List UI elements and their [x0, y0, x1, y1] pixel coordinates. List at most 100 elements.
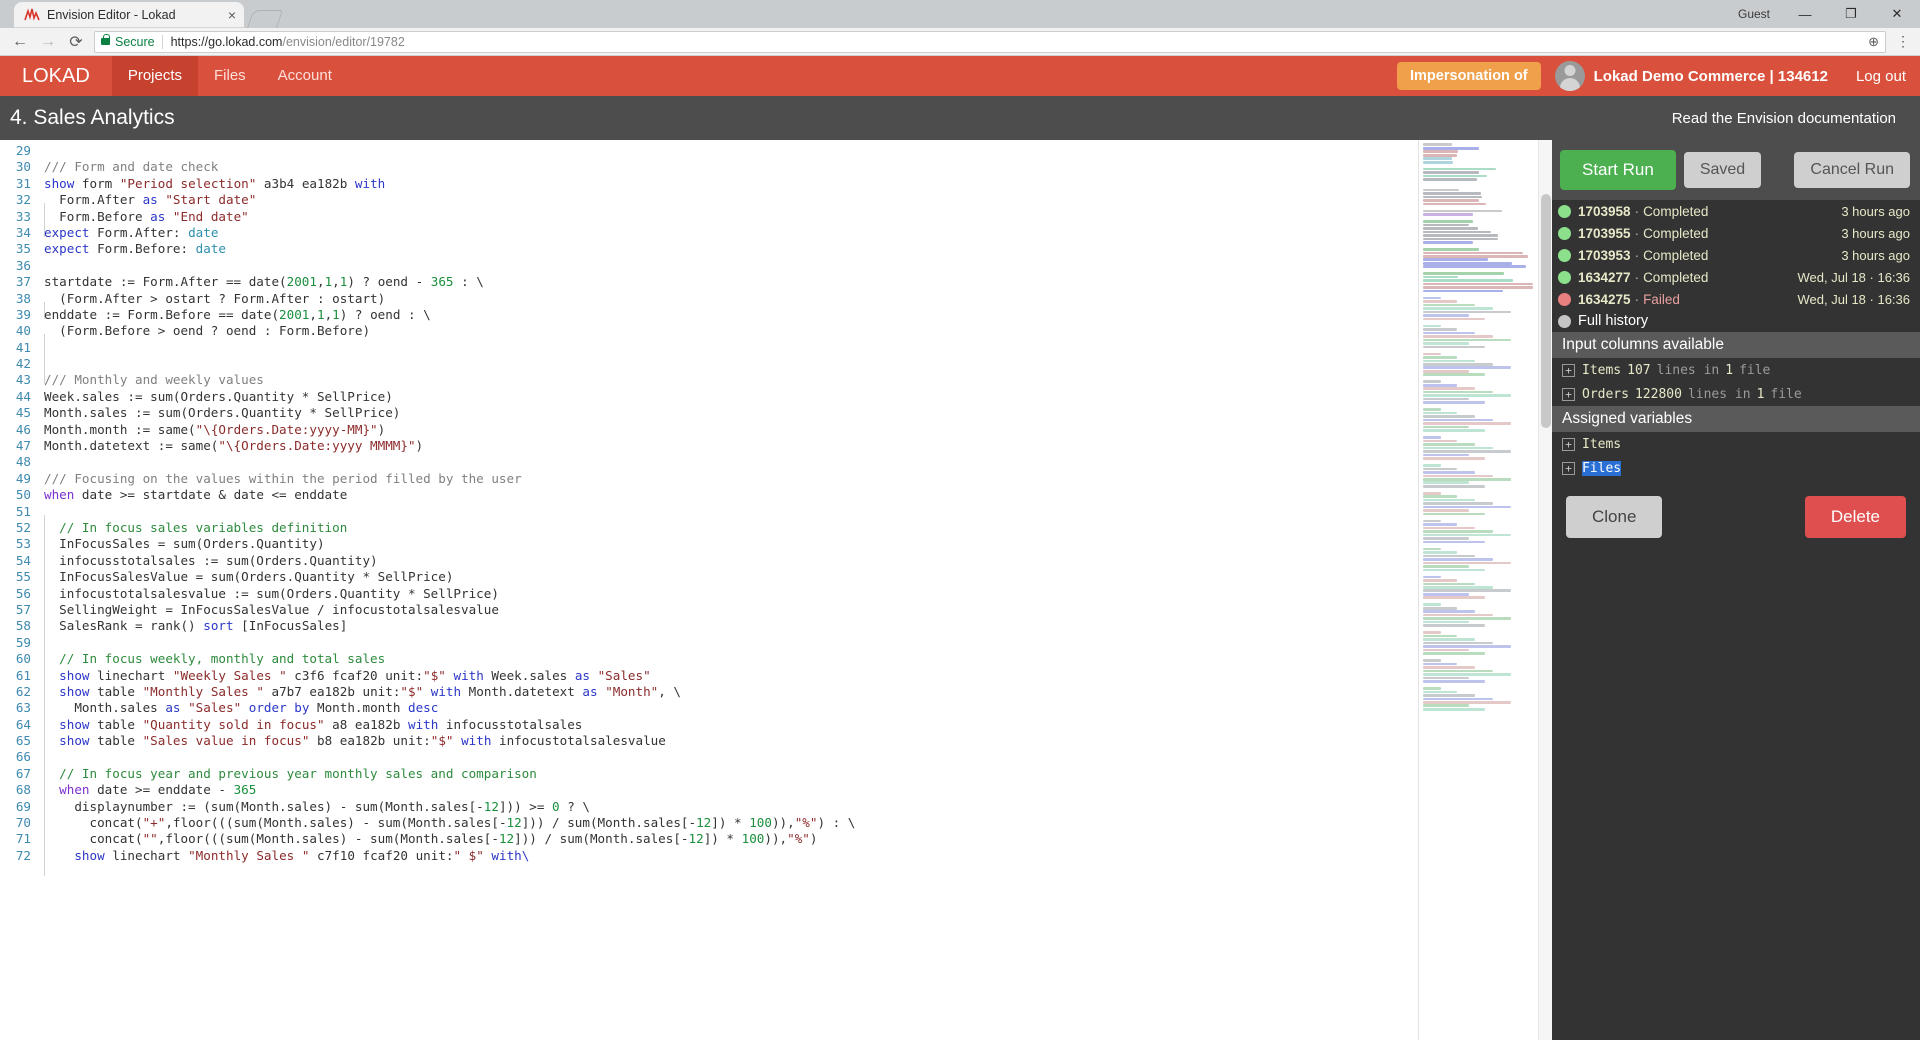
delete-button[interactable]: Delete	[1805, 496, 1906, 538]
assigned-variable-row[interactable]: + Items	[1552, 432, 1920, 456]
code-text[interactable]: show linechart "Monthly Sales " c7f10 fc…	[44, 848, 1418, 864]
code-text[interactable]: (Form.After > ostart ? Form.After : osta…	[44, 291, 1418, 307]
code-lines[interactable]: 2930/// Form and date check31show form "…	[0, 140, 1418, 1040]
impersonation-badge[interactable]: Impersonation of	[1397, 62, 1541, 90]
expand-icon[interactable]: +	[1562, 364, 1575, 377]
code-line[interactable]: 63 Month.sales as "Sales" order by Month…	[0, 700, 1418, 716]
code-text[interactable]: enddate := Form.Before == date(2001,1,1)…	[44, 307, 1418, 323]
full-history-row[interactable]: Full history	[1552, 310, 1920, 332]
input-column-row[interactable]: +Items107lines in1file	[1552, 358, 1920, 382]
code-line[interactable]: 50when date >= startdate & date <= endda…	[0, 487, 1418, 503]
run-history-item[interactable]: 1634277·CompletedWed, Jul 18 · 16:36	[1552, 266, 1920, 288]
expand-icon[interactable]: +	[1562, 462, 1575, 475]
nav-item-files[interactable]: Files	[198, 56, 262, 96]
variable-name[interactable]: Files	[1582, 461, 1621, 476]
code-line[interactable]: 45Month.sales := sum(Orders.Quantity * S…	[0, 405, 1418, 421]
code-line[interactable]: 35expect Form.Before: date	[0, 241, 1418, 257]
code-line[interactable]: 30/// Form and date check	[0, 159, 1418, 175]
code-line[interactable]: 37startdate := Form.After == date(2001,1…	[0, 274, 1418, 290]
code-text[interactable]	[44, 356, 1418, 372]
code-line[interactable]: 43/// Monthly and weekly values	[0, 372, 1418, 388]
code-text[interactable]: displaynumber := (sum(Month.sales) - sum…	[44, 799, 1418, 815]
code-line[interactable]: 62 show table "Monthly Sales " a7b7 ea18…	[0, 684, 1418, 700]
code-line[interactable]: 41	[0, 340, 1418, 356]
code-line[interactable]: 66	[0, 749, 1418, 765]
run-history-item[interactable]: 1703958·Completed3 hours ago	[1552, 200, 1920, 222]
code-line[interactable]: 57 SellingWeight = InFocusSalesValue / i…	[0, 602, 1418, 618]
code-text[interactable]: show table "Monthly Sales " a7b7 ea182b …	[44, 684, 1418, 700]
code-line[interactable]: 32 Form.After as "Start date"	[0, 192, 1418, 208]
code-text[interactable]: // In focus sales variables definition	[44, 520, 1418, 536]
start-run-button[interactable]: Start Run	[1560, 150, 1676, 190]
code-text[interactable]: Month.month := same("\{Orders.Date:yyyy-…	[44, 422, 1418, 438]
code-line[interactable]: 58 SalesRank = rank() sort [InFocusSales…	[0, 618, 1418, 634]
run-history-list[interactable]: 1703958·Completed3 hours ago1703955·Comp…	[1552, 200, 1920, 310]
code-text[interactable]: /// Monthly and weekly values	[44, 372, 1418, 388]
code-line[interactable]: 46Month.month := same("\{Orders.Date:yyy…	[0, 422, 1418, 438]
documentation-link[interactable]: Read the Envision documentation	[1672, 110, 1896, 127]
code-line[interactable]: 61 show linechart "Weekly Sales " c3f6 f…	[0, 668, 1418, 684]
code-line[interactable]: 33 Form.Before as "End date"	[0, 209, 1418, 225]
code-text[interactable]: when date >= startdate & date <= enddate	[44, 487, 1418, 503]
code-text[interactable]: concat("+",floor(((sum(Month.sales) - su…	[44, 815, 1418, 831]
nav-item-projects[interactable]: Projects	[112, 56, 198, 96]
back-icon[interactable]: ←	[6, 30, 34, 54]
code-line[interactable]: 40 (Form.Before > oend ? oend : Form.Bef…	[0, 323, 1418, 339]
code-line[interactable]: 64 show table "Quantity sold in focus" a…	[0, 717, 1418, 733]
code-line[interactable]: 51	[0, 504, 1418, 520]
code-text[interactable]	[44, 340, 1418, 356]
code-line[interactable]: 38 (Form.After > ostart ? Form.After : o…	[0, 291, 1418, 307]
code-line[interactable]: 60 // In focus weekly, monthly and total…	[0, 651, 1418, 667]
code-text[interactable]: Form.Before as "End date"	[44, 209, 1418, 225]
code-line[interactable]: 54 infocusstotalsales := sum(Orders.Quan…	[0, 553, 1418, 569]
run-history-item[interactable]: 1703953·Completed3 hours ago	[1552, 244, 1920, 266]
saved-button[interactable]: Saved	[1684, 152, 1761, 188]
code-line[interactable]: 34expect Form.After: date	[0, 225, 1418, 241]
zoom-icon[interactable]: ⊕	[1868, 34, 1879, 50]
code-text[interactable]	[44, 143, 1418, 159]
profile-button[interactable]: Guest	[1726, 5, 1782, 23]
code-text[interactable]: startdate := Form.After == date(2001,1,1…	[44, 274, 1418, 290]
full-history-label[interactable]: Full history	[1578, 313, 1648, 329]
new-tab-button[interactable]	[247, 10, 283, 28]
code-line[interactable]: 44Week.sales := sum(Orders.Quantity * Se…	[0, 389, 1418, 405]
reload-icon[interactable]: ⟳	[62, 30, 90, 54]
code-text[interactable]: expect Form.After: date	[44, 225, 1418, 241]
code-text[interactable]: SellingWeight = InFocusSalesValue / info…	[44, 602, 1418, 618]
input-columns-list[interactable]: +Items107lines in1file+Orders122800lines…	[1552, 358, 1920, 406]
browser-tab[interactable]: Envision Editor - Lokad ×	[14, 2, 244, 28]
code-text[interactable]: concat("",floor(((sum(Month.sales) - sum…	[44, 831, 1418, 847]
address-bar[interactable]: Secure https://go.lokad.com /envision/ed…	[94, 31, 1886, 53]
code-text[interactable]: show table "Quantity sold in focus" a8 e…	[44, 717, 1418, 733]
code-line[interactable]: 49/// Focusing on the values within the …	[0, 471, 1418, 487]
maximize-icon[interactable]: ❐	[1828, 0, 1874, 28]
code-text[interactable]: /// Focusing on the values within the pe…	[44, 471, 1418, 487]
code-text[interactable]: SalesRank = rank() sort [InFocusSales]	[44, 618, 1418, 634]
code-text[interactable]	[44, 504, 1418, 520]
cancel-run-button[interactable]: Cancel Run	[1794, 152, 1910, 188]
assigned-variables-list[interactable]: + Items + Files	[1552, 432, 1920, 480]
code-text[interactable]	[44, 635, 1418, 651]
code-text[interactable]: infocustotalsalesvalue := sum(Orders.Qua…	[44, 586, 1418, 602]
brand-logo[interactable]: LOKAD	[0, 56, 112, 96]
code-line[interactable]: 36	[0, 258, 1418, 274]
code-line[interactable]: 72 show linechart "Monthly Sales " c7f10…	[0, 848, 1418, 864]
expand-icon[interactable]: +	[1562, 438, 1575, 451]
code-line[interactable]: 69 displaynumber := (sum(Month.sales) - …	[0, 799, 1418, 815]
code-text[interactable]	[44, 749, 1418, 765]
code-text[interactable]: infocusstotalsales := sum(Orders.Quantit…	[44, 553, 1418, 569]
code-text[interactable]: when date >= enddate - 365	[44, 782, 1418, 798]
code-text[interactable]: (Form.Before > oend ? oend : Form.Before…	[44, 323, 1418, 339]
variable-name[interactable]: Items	[1582, 437, 1621, 452]
close-window-icon[interactable]: ✕	[1874, 0, 1920, 28]
code-line[interactable]: 48	[0, 454, 1418, 470]
user-account-label[interactable]: Lokad Demo Commerce | 134612	[1594, 68, 1828, 85]
code-line[interactable]: 47Month.datetext := same("\{Orders.Date:…	[0, 438, 1418, 454]
code-text[interactable]: /// Form and date check	[44, 159, 1418, 175]
code-text[interactable]: expect Form.Before: date	[44, 241, 1418, 257]
code-line[interactable]: 31show form "Period selection" a3b4 ea18…	[0, 176, 1418, 192]
code-text[interactable]: Month.sales := sum(Orders.Quantity * Sel…	[44, 405, 1418, 421]
code-line[interactable]: 52 // In focus sales variables definitio…	[0, 520, 1418, 536]
run-history-item[interactable]: 1634275·FailedWed, Jul 18 · 16:36	[1552, 288, 1920, 310]
input-column-row[interactable]: +Orders122800lines in1file	[1552, 382, 1920, 406]
